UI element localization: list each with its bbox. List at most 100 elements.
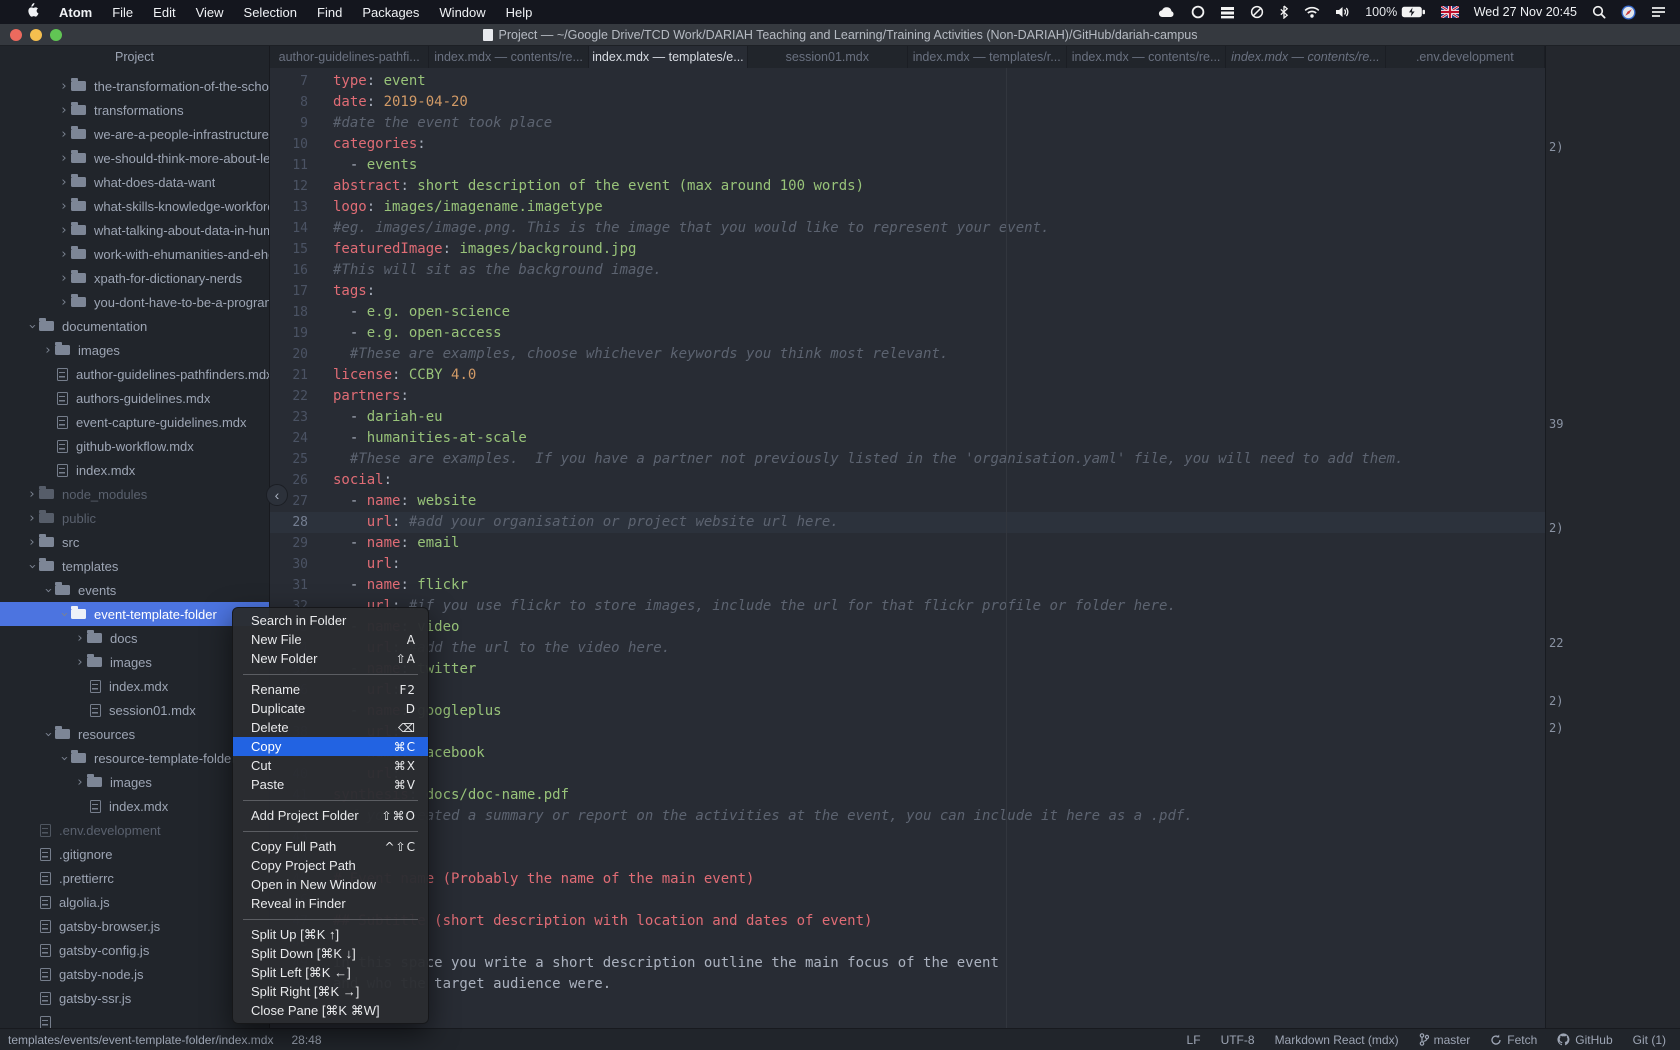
bluetooth-icon[interactable] (1279, 5, 1289, 19)
menu-item-delete[interactable]: Delete⌫ (233, 718, 428, 737)
menu-item-split-down-k[interactable]: Split Down [⌘K ↓] (233, 944, 428, 963)
compass-app-icon[interactable] (1621, 5, 1636, 20)
menu-item-edit[interactable]: Edit (143, 5, 185, 20)
menu-item-copy-project-path[interactable]: Copy Project Path (233, 856, 428, 875)
status-github[interactable]: GitHub (1557, 1033, 1612, 1047)
code-line-45[interactable]: 45# Event name (Probably the name of the… (270, 869, 1545, 890)
tree-item-index.mdx[interactable]: index.mdx (0, 794, 270, 818)
menu-bar-clock[interactable]: Wed 27 Nov 20:45 (1474, 5, 1577, 19)
code-line-48[interactable]: 48 (270, 932, 1545, 953)
menu-item-split-left-k[interactable]: Split Left [⌘K ←] (233, 963, 428, 982)
chevron-right-icon[interactable]: › (57, 247, 71, 262)
menu-item-duplicate[interactable]: DuplicateD (233, 699, 428, 718)
chevron-right-icon[interactable]: › (57, 79, 71, 94)
code-line-38[interactable]: 38 url: (270, 722, 1545, 743)
code-line-23[interactable]: 23 - dariah-eu (270, 407, 1545, 428)
tree-item-what-skills-knowledge-workforces[interactable]: ›what-skills-knowledge-workforces (0, 194, 270, 218)
tree-item-.gitignore[interactable]: .gitignore (0, 842, 270, 866)
tree-item-algolia.js[interactable]: algolia.js (0, 890, 270, 914)
code-line-39[interactable]: 39 - name: facebook (270, 743, 1545, 764)
tree-item-templates[interactable]: ›templates (0, 554, 270, 578)
tab-author-guidelines-pathfi...[interactable]: author-guidelines-pathfi... (270, 46, 429, 68)
chevron-right-icon[interactable]: › (57, 127, 71, 142)
code-line-31[interactable]: 31 - name: flickr (270, 575, 1545, 596)
chevron-right-icon[interactable]: › (57, 151, 71, 166)
menu-item-new-folder[interactable]: New Folder⇧A (233, 649, 428, 668)
menu-item-close-pane-k-w[interactable]: Close Pane [⌘K ⌘W] (233, 1001, 428, 1020)
status-grammar[interactable]: Markdown React (mdx) (1275, 1033, 1399, 1047)
code-line-18[interactable]: 18 - e.g. open-science (270, 302, 1545, 323)
code-line-8[interactable]: 8date: 2019-04-20 (270, 92, 1545, 113)
menu-item-copy-full-path[interactable]: Copy Full Path^⇧C (233, 837, 428, 856)
chevron-right-icon[interactable]: › (25, 535, 39, 550)
tree-item-images[interactable]: ›images (0, 770, 270, 794)
tree-item-gatsby-node.js[interactable]: gatsby-node.js (0, 962, 270, 986)
tree-item-images[interactable]: ›images (0, 338, 270, 362)
chevron-right-icon[interactable]: › (57, 223, 71, 238)
tree-item-authors-guidelines.mdx[interactable]: authors-guidelines.mdx (0, 386, 270, 410)
code-line-35[interactable]: 35 - name: twitter (270, 659, 1545, 680)
code-line-11[interactable]: 11 - events (270, 155, 1545, 176)
layers-stack-icon[interactable] (1220, 6, 1235, 19)
chevron-down-icon[interactable]: › (25, 559, 40, 573)
code-line-15[interactable]: 15featuredImage: images/background.jpg (270, 239, 1545, 260)
chevron-right-icon[interactable]: › (73, 775, 87, 790)
code-line-30[interactable]: 30 url: (270, 554, 1545, 575)
menu-item-file[interactable]: File (102, 5, 143, 20)
tree-item-event-template-folder[interactable]: ›event-template-folder (0, 602, 270, 626)
code-line-7[interactable]: 7type: event (270, 71, 1545, 92)
code-line-40[interactable]: 40 url: (270, 764, 1545, 785)
chevron-right-icon[interactable]: › (57, 199, 71, 214)
chevron-right-icon[interactable]: › (57, 271, 71, 286)
tree-item-gatsby-ssr.js[interactable]: gatsby-ssr.js (0, 986, 270, 1010)
status-line-ending[interactable]: LF (1187, 1033, 1201, 1047)
code-line-37[interactable]: 37 - name: googleplus (270, 701, 1545, 722)
tree-item-src[interactable]: ›src (0, 530, 270, 554)
tree-item-resource-template-folder[interactable]: ›resource-template-folder (0, 746, 270, 770)
tree-item-documentation[interactable]: ›documentation (0, 314, 270, 338)
code-line-14[interactable]: 14#eg. images/image.png. This is the ima… (270, 218, 1545, 239)
uk-flag-icon[interactable] (1441, 6, 1459, 18)
status-git-tile[interactable]: Git (1) (1633, 1033, 1666, 1047)
code-line-44[interactable]: 44 (270, 848, 1545, 869)
tree-item-we-are-a-people-infrastructure[interactable]: ›we-are-a-people-infrastructure (0, 122, 270, 146)
chevron-right-icon[interactable]: › (25, 511, 39, 526)
code-line-26[interactable]: 26social: (270, 470, 1545, 491)
chevron-down-icon[interactable]: › (41, 727, 56, 741)
code-line-25[interactable]: 25 #These are examples. If you have a pa… (270, 449, 1545, 470)
tree-item-docs[interactable]: ›docs (0, 626, 270, 650)
tree-item-index.mdx[interactable]: index.mdx (0, 674, 270, 698)
minimize-window-button[interactable] (30, 29, 42, 41)
menu-item-find[interactable]: Find (307, 5, 352, 20)
code-line-33[interactable]: 33 - name: video (270, 617, 1545, 638)
tab-index.mdx-contents-re...[interactable]: index.mdx — contents/re... (429, 46, 588, 68)
code-line-22[interactable]: 22partners: (270, 386, 1545, 407)
tree-item-author-guidelines-pathfinders.mdx[interactable]: author-guidelines-pathfinders.mdx (0, 362, 270, 386)
notification-list-icon[interactable] (1651, 6, 1666, 18)
chevron-right-icon[interactable]: › (73, 655, 87, 670)
tab-index.mdx-contents-re...[interactable]: index.mdx — contents/re... (1067, 46, 1226, 68)
chevron-down-icon[interactable]: › (57, 607, 72, 621)
menu-item-window[interactable]: Window (429, 5, 495, 20)
creative-cloud-icon[interactable] (1191, 5, 1205, 19)
tree-item-event-capture-guidelines.mdx[interactable]: event-capture-guidelines.mdx (0, 410, 270, 434)
tree-item-transformations[interactable]: ›transformations (0, 98, 270, 122)
tree-item-what-does-data-want[interactable]: ›what-does-data-want (0, 170, 270, 194)
tree-item-.env.development[interactable]: .env.development (0, 818, 270, 842)
code-line-13[interactable]: 13logo: images/imagename.imagetype (270, 197, 1545, 218)
menu-item-add-project-folder[interactable]: Add Project Folder⇧⌘O (233, 806, 428, 825)
code-line-47[interactable]: 47## Subtitle (short description with lo… (270, 911, 1545, 932)
tab-index.mdx-templates-e...[interactable]: index.mdx — templates/e... (589, 46, 748, 68)
volume-icon[interactable] (1335, 6, 1350, 18)
menu-item-packages[interactable]: Packages (352, 5, 429, 20)
chevron-right-icon[interactable]: › (57, 175, 71, 190)
spotlight-search-icon[interactable] (1592, 5, 1606, 19)
menu-item-cut[interactable]: Cut⌘X (233, 756, 428, 775)
code-line-21[interactable]: 21license: CCBY 4.0 (270, 365, 1545, 386)
tree-item-node_modules[interactable]: ›node_modules (0, 482, 270, 506)
code-line-32[interactable]: 32 url: #if you use flickr to store imag… (270, 596, 1545, 617)
code-line-27[interactable]: 27 - name: website (270, 491, 1545, 512)
close-window-button[interactable] (10, 29, 22, 41)
code-line-50[interactable]: 50and who the target audience were. (270, 974, 1545, 995)
menu-item-selection[interactable]: Selection (234, 5, 307, 20)
